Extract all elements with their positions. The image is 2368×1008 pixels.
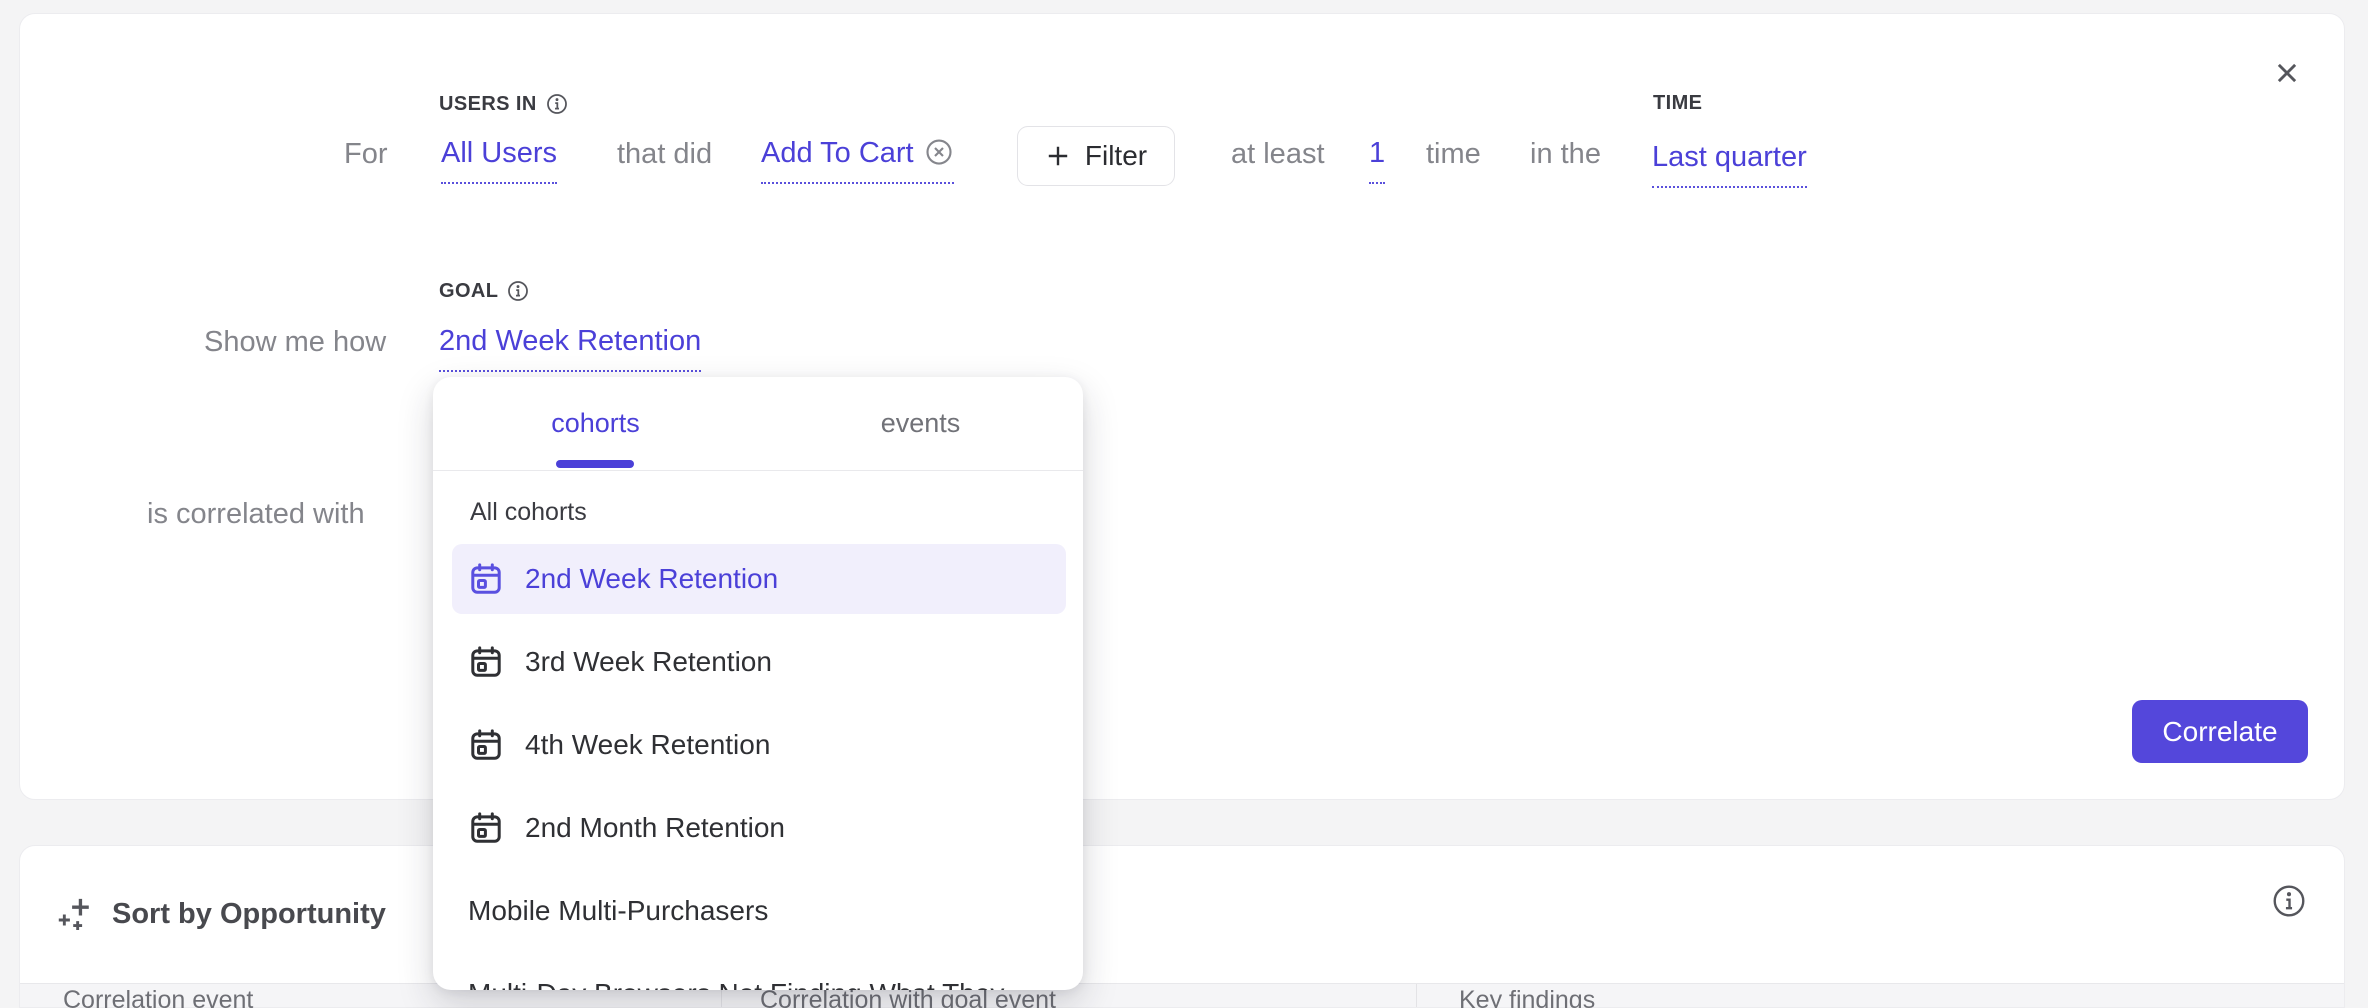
sort-by-opportunity-label: Sort by Opportunity (112, 898, 386, 931)
event-selector[interactable]: Add To Cart (761, 137, 954, 184)
active-tab-indicator (556, 460, 634, 468)
list-item-label: 2nd Week Retention (525, 563, 778, 595)
goal-label: GOAL (439, 280, 529, 302)
goal-picker-dropdown: cohorts events All cohorts 2nd Week Rete… (433, 377, 1083, 990)
time-range-selector[interactable]: Last quarter (1652, 141, 1807, 188)
calendar-icon (468, 644, 504, 680)
close-icon[interactable] (2272, 58, 2302, 88)
dropdown-list: All cohorts 2nd Week Retention 3rd We (433, 471, 1083, 990)
info-icon[interactable] (507, 280, 529, 302)
plus-icon (1045, 143, 1071, 169)
show-me-how-word: Show me how (204, 326, 386, 359)
time-word: time (1426, 138, 1481, 171)
list-item[interactable]: 2nd Week Retention (452, 544, 1066, 614)
that-did-word: that did (617, 138, 712, 171)
users-in-label: USERS IN (439, 93, 568, 115)
remove-event-icon[interactable] (924, 137, 954, 167)
in-the-word: in the (1530, 138, 1601, 171)
goal-label-text: GOAL (439, 281, 498, 301)
results-table-header-row: Correlation event Correlation with goal … (20, 983, 2344, 1007)
calendar-icon (468, 561, 504, 597)
list-item-label: 2nd Month Retention (525, 812, 785, 844)
list-item-label: Multi-Day Browsers Not Finding What They (468, 978, 1004, 990)
list-item[interactable]: 4th Week Retention (452, 710, 1066, 780)
cohorts-section-label: All cohorts (470, 498, 1066, 527)
info-icon[interactable] (2272, 884, 2306, 918)
column-header-correlation-with-goal: Correlation with goal event (760, 987, 1056, 1008)
sort-by-opportunity-button[interactable]: Sort by Opportunity (20, 846, 2344, 983)
is-correlated-with-word: is correlated with (147, 498, 365, 531)
correlate-button[interactable]: Correlate (2132, 700, 2308, 763)
correlation-builder-page: For USERS IN All Users that did Add To C… (0, 0, 2368, 1008)
add-filter-label: Filter (1085, 140, 1147, 172)
column-divider (1416, 984, 1417, 1007)
column-header-correlation-event: Correlation event (63, 987, 253, 1008)
list-item-label: 3rd Week Retention (525, 646, 772, 678)
list-item[interactable]: 3rd Week Retention (452, 627, 1066, 697)
list-item[interactable]: 2nd Month Retention (452, 793, 1066, 863)
goal-selector[interactable]: 2nd Week Retention (439, 325, 701, 372)
list-item[interactable]: Mobile Multi-Purchasers (452, 876, 1066, 946)
list-item[interactable]: Multi-Day Browsers Not Finding What They (452, 959, 1066, 990)
count-selector[interactable]: 1 (1369, 137, 1385, 184)
tab-events[interactable]: events (758, 377, 1083, 470)
cohort-selector[interactable]: All Users (441, 137, 557, 184)
results-panel: Sort by Opportunity Correlation event Co… (19, 845, 2345, 1008)
query-builder-card: For USERS IN All Users that did Add To C… (19, 13, 2345, 800)
sparkle-plus-icon (56, 895, 96, 935)
column-header-key-findings: Key findings (1459, 987, 1595, 1008)
calendar-icon (468, 727, 504, 763)
at-least-word: at least (1231, 138, 1325, 171)
time-label: TIME (1653, 93, 1702, 113)
for-word: For (344, 138, 388, 171)
users-in-label-text: USERS IN (439, 94, 537, 114)
calendar-icon (468, 810, 504, 846)
event-selector-label: Add To Cart (761, 137, 914, 169)
add-filter-button[interactable]: Filter (1017, 126, 1175, 186)
list-item-label: Mobile Multi-Purchasers (468, 895, 768, 927)
info-icon[interactable] (546, 93, 568, 115)
list-item-label: 4th Week Retention (525, 729, 770, 761)
dropdown-tabs: cohorts events (433, 377, 1083, 471)
tab-cohorts[interactable]: cohorts (433, 377, 758, 470)
